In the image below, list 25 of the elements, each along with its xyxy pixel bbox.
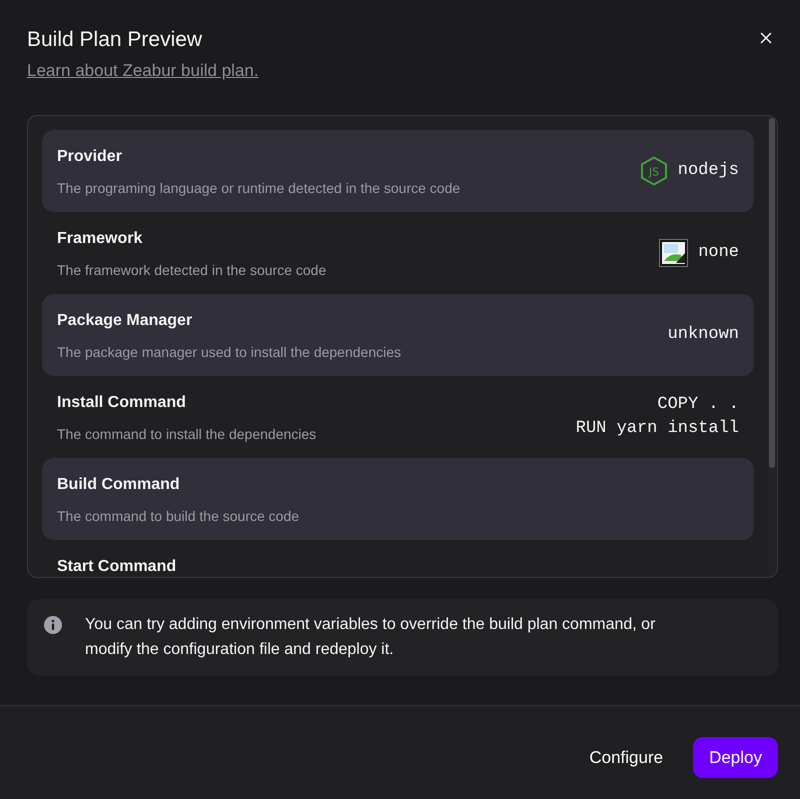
row-title: Build Command — [57, 477, 181, 493]
scrollbar-thumb[interactable] — [769, 118, 775, 468]
row-value: none — [698, 242, 739, 264]
row-value: unknown — [668, 324, 739, 346]
row-description: The command to build the source code — [57, 507, 300, 525]
row-title: Provider — [57, 149, 123, 165]
row-value: nodejs — [678, 160, 739, 182]
row-title: Framework — [57, 231, 144, 247]
broken-image-icon — [659, 239, 688, 267]
row-title: Package Manager — [57, 313, 194, 329]
scrollbar[interactable] — [768, 116, 776, 577]
deploy-button[interactable]: Deploy — [693, 737, 778, 778]
build-plan-link[interactable]: Learn about Zeabur build plan. — [27, 61, 259, 80]
row-description: The package manager used to install the dependencies — [57, 343, 402, 361]
dialog-title: Build Plan Preview — [27, 28, 204, 52]
configure-button[interactable]: Configure — [573, 737, 680, 778]
info-icon — [44, 616, 62, 634]
row-description: The programing language or runtime detected in the source code — [57, 179, 460, 197]
row-description: The command to install the dependencies — [57, 425, 316, 443]
row-title: Install Command — [57, 395, 187, 411]
row-description: The framework detected in the source code — [57, 261, 326, 279]
row-title: Start Command — [57, 559, 176, 575]
notice-text: You can try adding environment variables to override the build plan command, or modify the configuration file and redeploy it. — [85, 615, 656, 660]
hexagon-logo-icon: JS — [640, 156, 668, 186]
row-value: COPY . . RUN yarn install — [576, 394, 739, 440]
